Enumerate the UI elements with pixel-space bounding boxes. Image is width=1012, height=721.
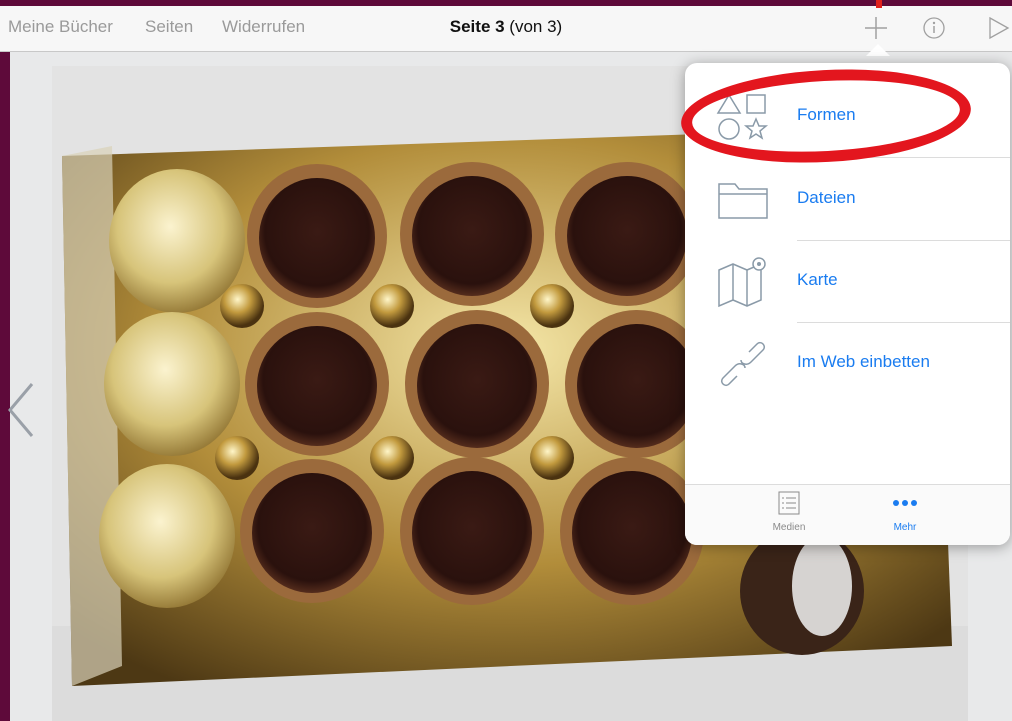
highlight-marker	[876, 0, 882, 8]
tab-media[interactable]: Medien	[739, 491, 839, 533]
link-icon	[720, 341, 766, 387]
popover-item-label: Dateien	[797, 188, 856, 207]
page-title-current: Seite 3	[449, 17, 505, 36]
popover-item-embed-web[interactable]: Im Web einbetten	[685, 322, 1010, 404]
map-icon	[718, 257, 766, 308]
popover-arrow	[866, 44, 890, 56]
plus-icon[interactable]	[862, 14, 890, 42]
page-title-total: (von 3)	[504, 17, 563, 36]
popover-item-label: Im Web einbetten	[797, 352, 930, 371]
tab-label: Mehr	[893, 522, 917, 533]
tab-more[interactable]: Mehr	[855, 491, 955, 533]
play-icon[interactable]	[984, 14, 1012, 42]
list-icon	[778, 491, 800, 515]
popover-item-label: Karte	[797, 270, 838, 289]
popover-tab-bar: Medien Mehr	[685, 484, 1010, 545]
popover-item-map[interactable]: Karte	[685, 240, 1010, 322]
folder-icon	[718, 183, 768, 219]
more-icon	[893, 500, 917, 506]
top-toolbar: Meine Bücher Seiten Widerrufen Seite 3 (…	[0, 0, 1012, 52]
chevron-left-icon[interactable]	[4, 380, 44, 440]
popover-item-files[interactable]: Dateien	[685, 158, 1010, 240]
info-icon[interactable]	[920, 14, 948, 42]
page-title: Seite 3 (von 3)	[0, 17, 1012, 37]
tab-label: Medien	[772, 522, 806, 533]
